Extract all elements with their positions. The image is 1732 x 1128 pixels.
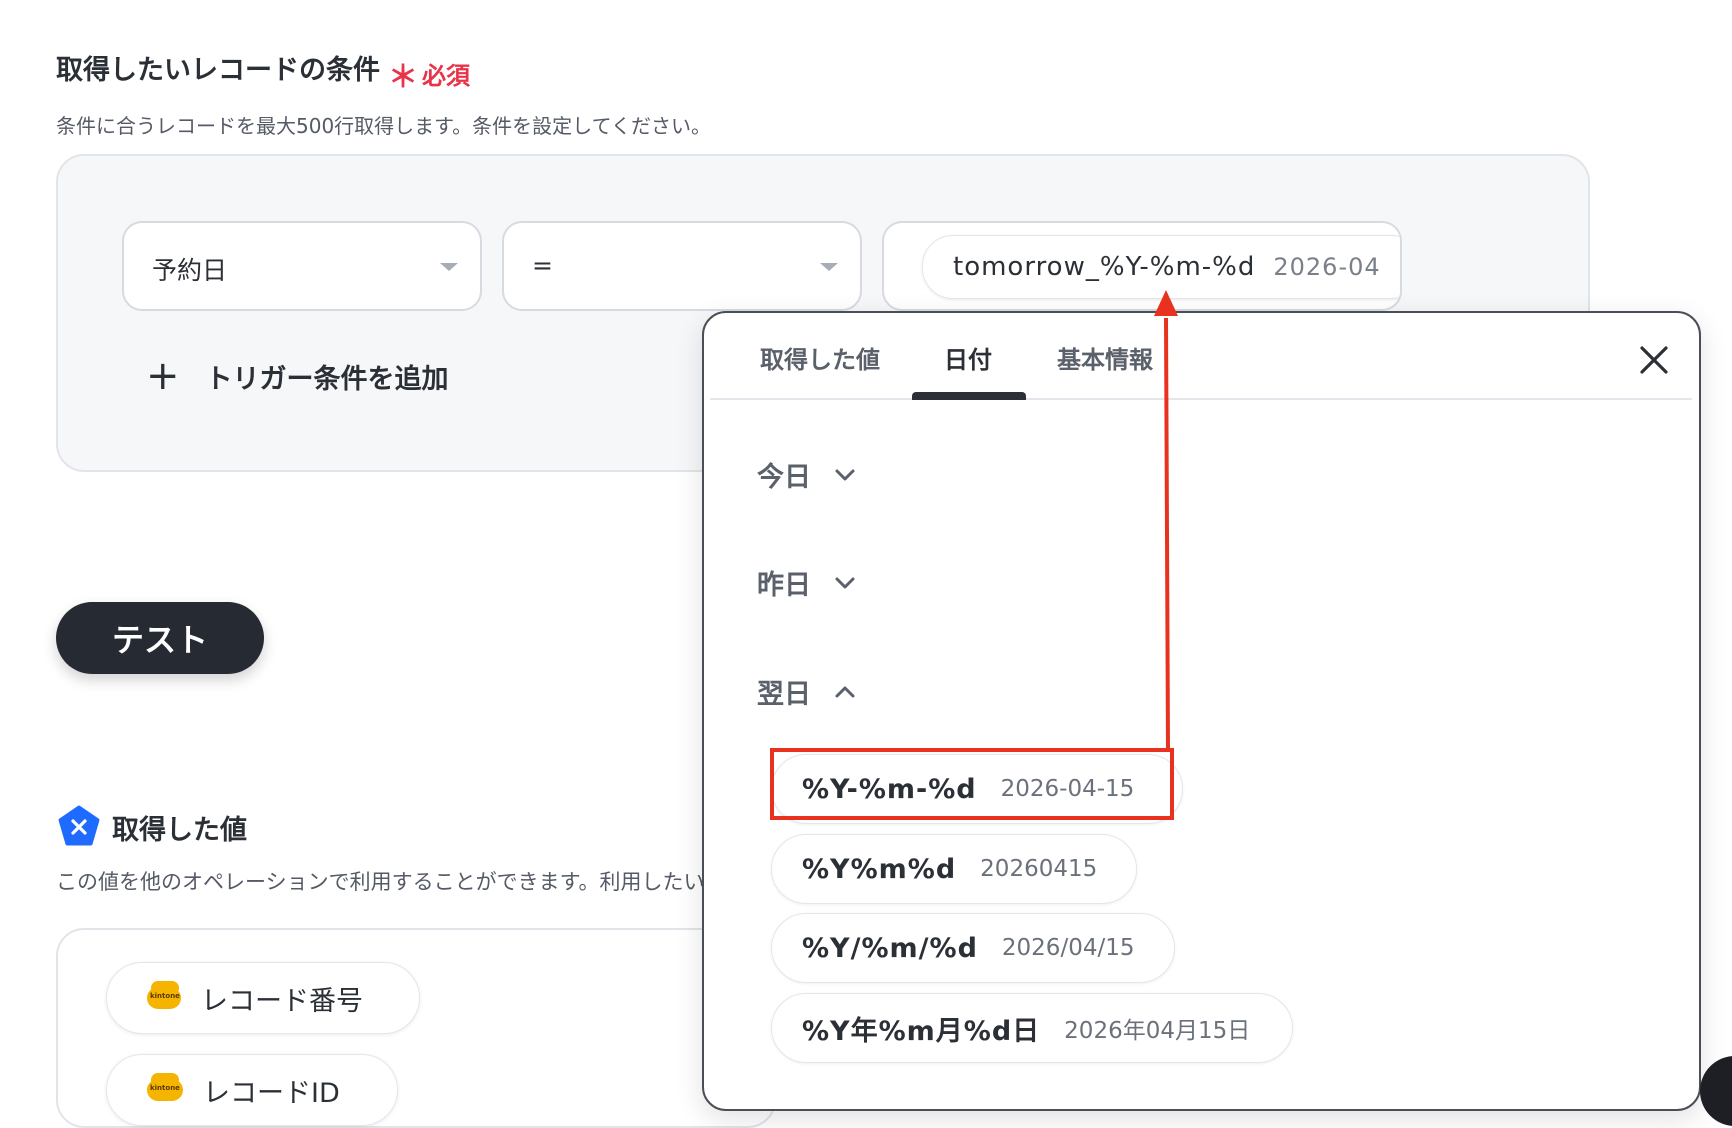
highlight-box: [770, 748, 1174, 820]
output-chip-label: レコードID: [203, 1077, 340, 1109]
field-select-value: 予約日: [152, 256, 228, 285]
kintone-icon: kintone: [147, 981, 181, 1009]
value-input[interactable]: tomorrow_%Y-%m-%d 2026-04: [882, 221, 1402, 311]
plus-icon: +: [146, 353, 180, 399]
tab-retrieved-values[interactable]: 取得した値: [760, 340, 880, 375]
operator-select[interactable]: =: [502, 221, 862, 311]
option-sample: 2026/04/15: [1001, 935, 1135, 961]
add-trigger-label: トリガー条件を追加: [205, 363, 449, 395]
condition-section-description: 条件に合うレコードを最大500行取得します。条件を設定してください。: [56, 114, 711, 138]
date-format-option[interactable]: %Y%m%d 20260415: [771, 834, 1137, 904]
chevron-down-icon: [835, 577, 855, 588]
caret-down-icon: [440, 263, 458, 271]
operator-select-value: =: [532, 251, 553, 280]
add-trigger-condition-button[interactable]: + トリガー条件を追加: [146, 356, 449, 396]
output-chip-record-id[interactable]: kintone レコードID: [106, 1054, 398, 1126]
output-chip-label: レコード番号: [201, 985, 363, 1017]
output-chip-record-number[interactable]: kintone レコード番号: [106, 962, 420, 1034]
value-token-sample: 2026-04: [1273, 253, 1381, 281]
floating-action-button[interactable]: [1700, 1056, 1732, 1126]
group-tomorrow[interactable]: 翌日: [757, 672, 857, 711]
option-sample: 2026年04月15日: [1064, 1018, 1251, 1044]
value-token-chip[interactable]: tomorrow_%Y-%m-%d 2026-04: [922, 235, 1400, 299]
group-label: 昨日: [757, 570, 811, 601]
group-label: 今日: [757, 462, 811, 493]
picker-tabs: 取得した値 日付 基本情報: [710, 340, 1692, 400]
option-format: %Y%m%d: [802, 853, 957, 885]
close-icon[interactable]: [1634, 340, 1674, 380]
tab-basic-info[interactable]: 基本情報: [1057, 340, 1153, 375]
output-section-title: 取得した値: [112, 815, 247, 846]
date-format-option[interactable]: %Y年%m月%d日 2026年04月15日: [771, 993, 1293, 1063]
option-sample: 20260415: [980, 856, 1098, 882]
condition-section-title: 取得したいレコードの条件: [56, 55, 380, 86]
output-section-description: この値を他のオペレーションで利用することができます。利用したい: [56, 870, 704, 894]
group-today[interactable]: 今日: [757, 455, 857, 494]
field-select[interactable]: 予約日: [122, 221, 482, 311]
chevron-down-icon: [835, 469, 855, 480]
required-asterisk: ＊: [388, 60, 418, 95]
group-label: 翌日: [757, 679, 811, 710]
tab-date[interactable]: 日付: [944, 340, 992, 375]
required-badge: ＊必須: [388, 52, 470, 96]
value-token-format: tomorrow_%Y-%m-%d: [953, 252, 1256, 282]
group-yesterday[interactable]: 昨日: [757, 563, 857, 602]
test-button[interactable]: テスト: [56, 602, 264, 674]
chevron-up-icon: [835, 686, 855, 697]
variable-picker-panel: [702, 311, 1701, 1111]
option-format: %Y年%m月%d日: [802, 1015, 1041, 1047]
kintone-icon: kintone: [147, 1073, 183, 1101]
option-format: %Y/%m/%d: [802, 932, 978, 964]
required-label: 必須: [422, 62, 470, 90]
date-format-option[interactable]: %Y/%m/%d 2026/04/15: [771, 913, 1175, 983]
active-tab-indicator: [912, 392, 1026, 400]
caret-down-icon: [820, 263, 838, 271]
x-pentagon-icon: [58, 805, 100, 846]
